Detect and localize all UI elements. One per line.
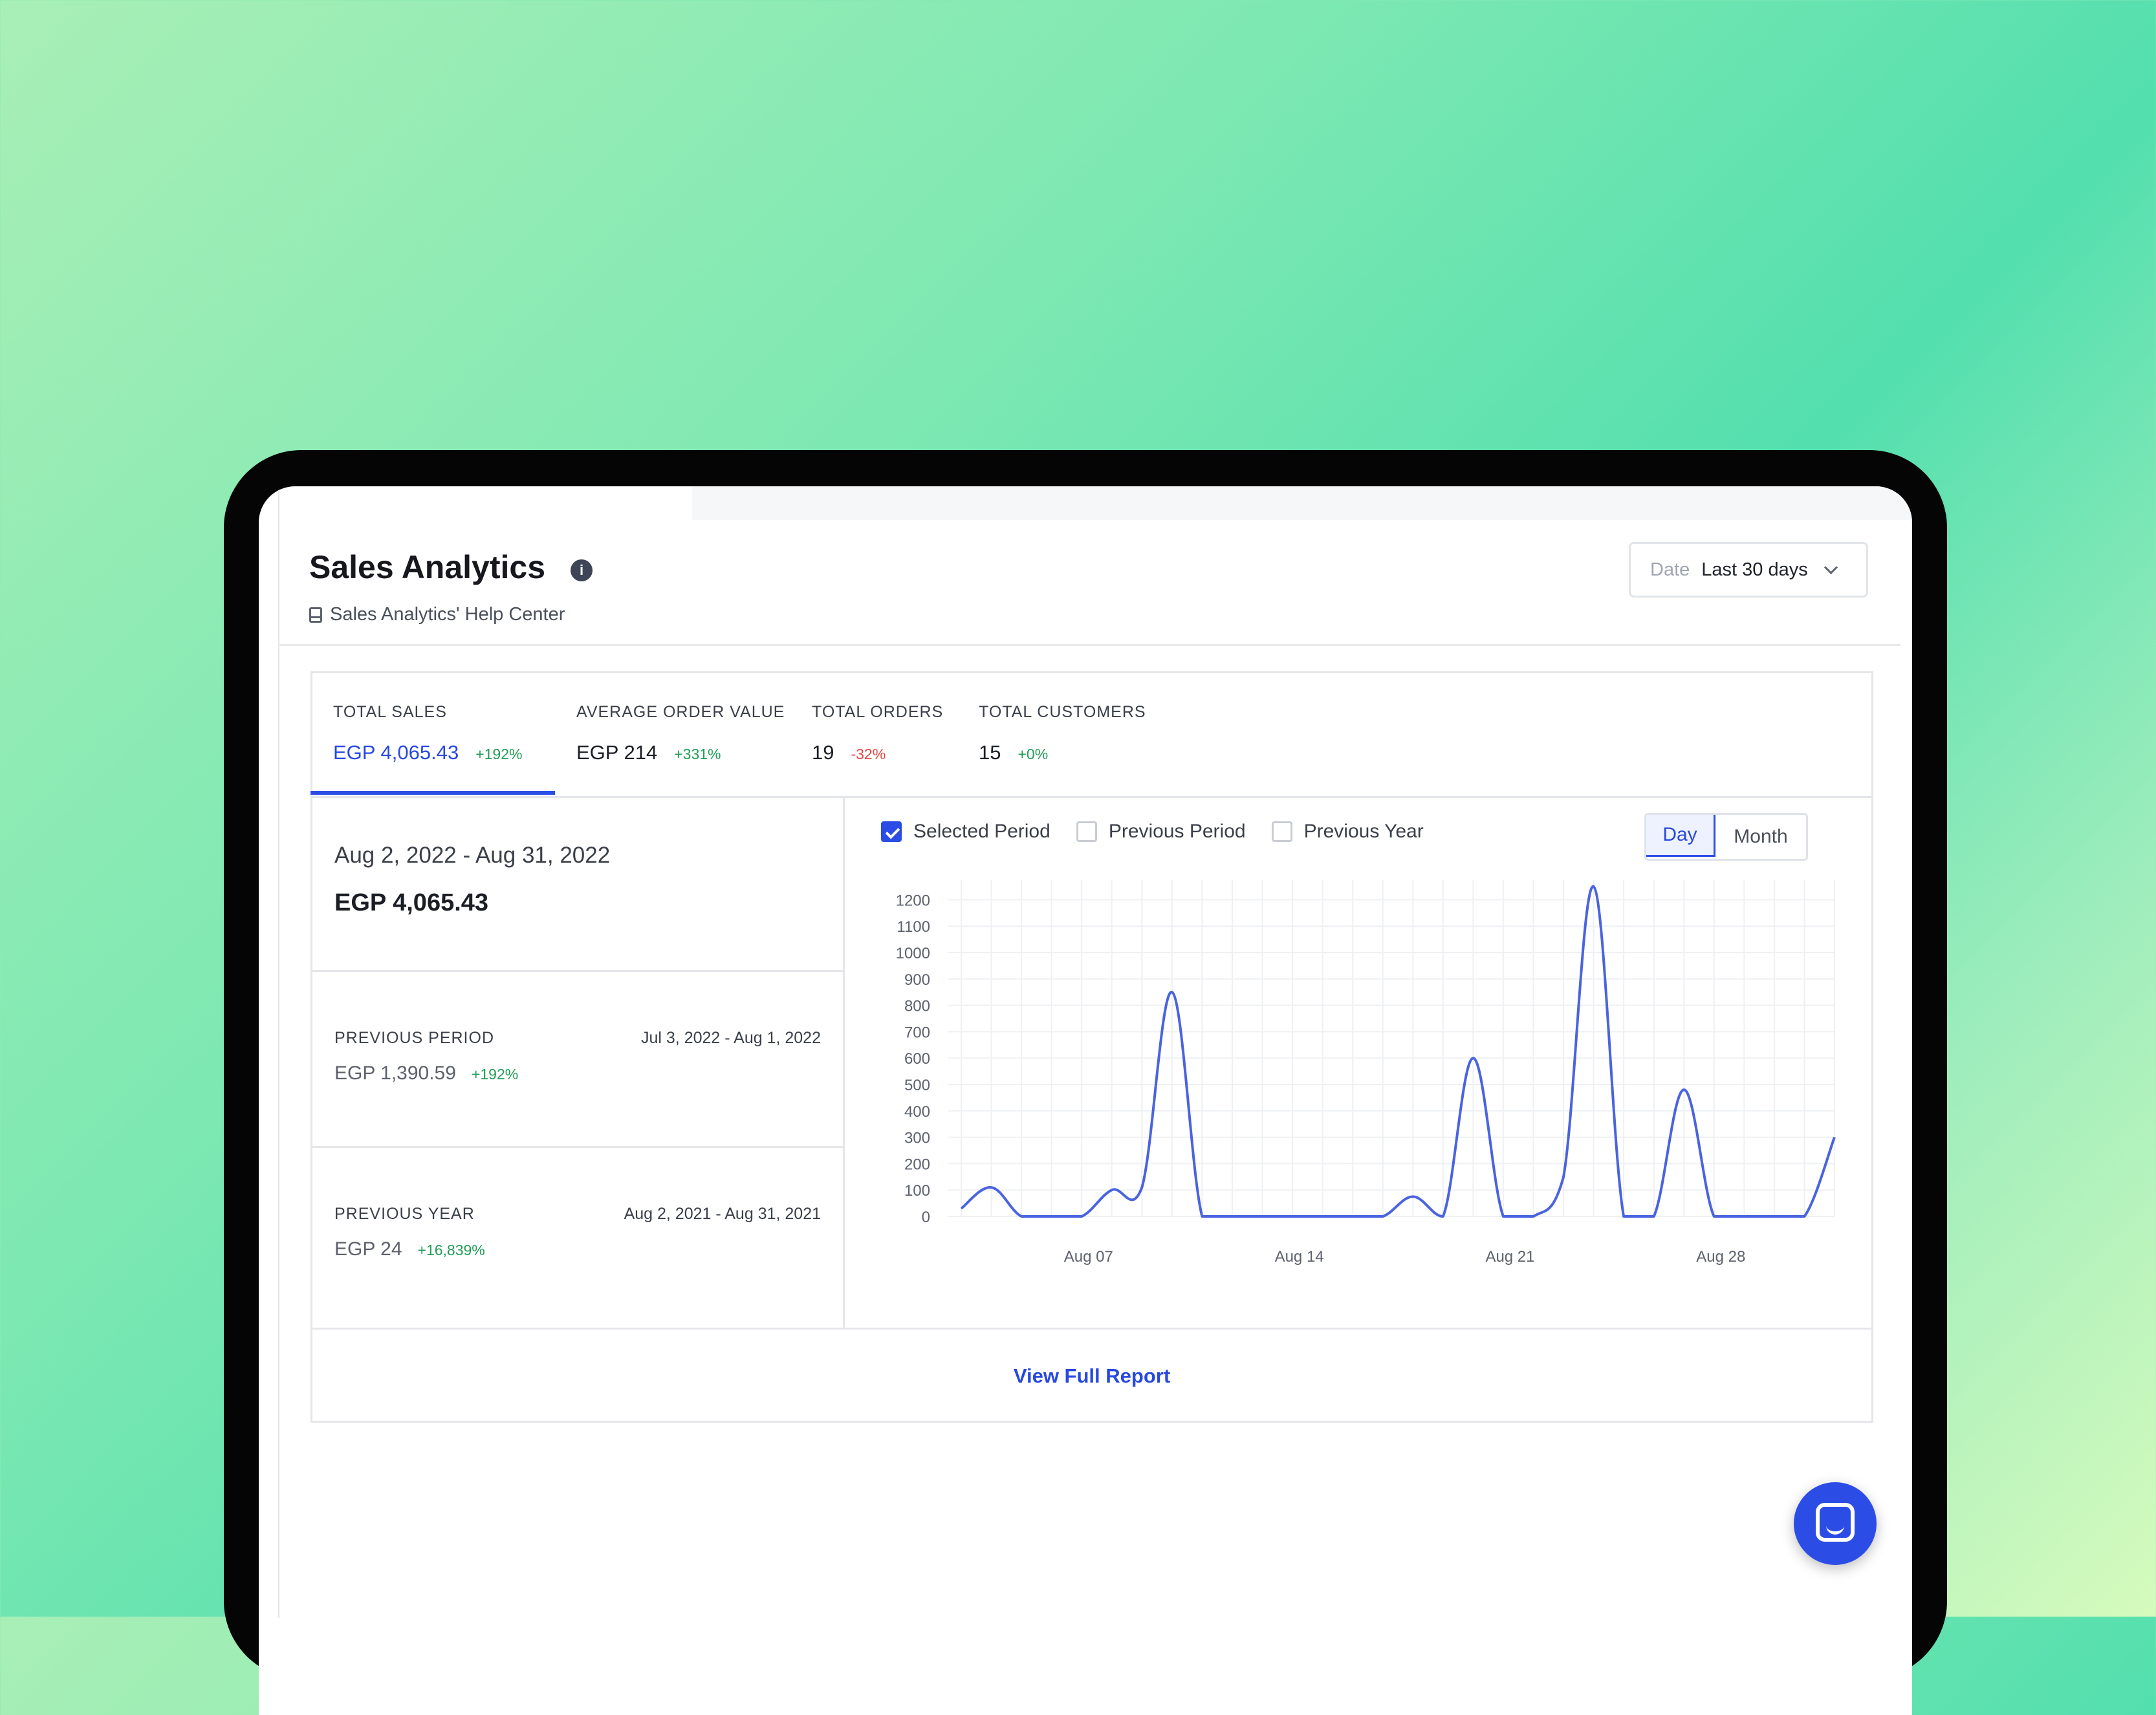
previous-year-change: +16,839% bbox=[418, 1242, 485, 1259]
kpi-label: AVERAGE ORDER VALUE bbox=[576, 703, 785, 722]
y-tick-label: 0 bbox=[922, 1209, 930, 1226]
book-icon bbox=[309, 607, 322, 623]
tablet-frame: Sales Analytics i Sales Analytics' Help … bbox=[224, 450, 1947, 1679]
kpi-change: +331% bbox=[674, 746, 721, 763]
previous-period-label: PREVIOUS PERIOD bbox=[334, 1029, 494, 1048]
legend-selected-period[interactable]: Selected Period bbox=[881, 821, 1051, 843]
kpi-value: EGP 4,065.43 bbox=[333, 741, 459, 764]
previous-period-amount: EGP 1,390.59 bbox=[334, 1062, 456, 1084]
kpi-label: TOTAL ORDERS bbox=[812, 703, 943, 722]
chevron-down-icon bbox=[1824, 560, 1838, 574]
previous-year-range: Aug 2, 2021 - Aug 31, 2021 bbox=[624, 1205, 821, 1224]
sales-line-chart: 0 100 200 300 400 500 600 700 800 900 1000 1100 1200… bbox=[845, 867, 1871, 1320]
y-tick-label: 100 bbox=[904, 1182, 930, 1200]
sidebar-edge bbox=[278, 486, 279, 1618]
previous-year-label: PREVIOUS YEAR bbox=[334, 1205, 475, 1224]
active-tab-indicator bbox=[310, 791, 555, 795]
month-button[interactable]: Month bbox=[1715, 815, 1806, 859]
previous-period: PREVIOUS PERIOD Jul 3, 2022 - Aug 1, 202… bbox=[312, 972, 843, 1148]
y-tick-label: 500 bbox=[904, 1077, 930, 1094]
date-value: Last 30 days bbox=[1701, 559, 1807, 581]
chart-panel: Selected Period Previous Period Previous… bbox=[845, 796, 1871, 1328]
kpi-change: +192% bbox=[475, 746, 522, 763]
y-tick-label: 1100 bbox=[897, 918, 930, 936]
previous-period-checkbox[interactable] bbox=[1076, 821, 1097, 842]
kpi-label: TOTAL SALES bbox=[333, 703, 522, 722]
top-strip bbox=[692, 486, 1912, 520]
y-tick-label: 200 bbox=[904, 1156, 930, 1173]
granularity-toggle: Day Month bbox=[1644, 813, 1808, 861]
help-center-label: Sales Analytics' Help Center bbox=[330, 604, 565, 625]
kpi-total-customers[interactable]: TOTAL CUSTOMERS 15 +0% bbox=[979, 703, 1146, 764]
analytics-card: TOTAL SALES EGP 4,065.43 +192% AVERAGE O… bbox=[310, 671, 1873, 1423]
current-amount: EGP 4,065.43 bbox=[334, 889, 488, 917]
page-title: Sales Analytics bbox=[309, 548, 545, 586]
selected-period-checkbox[interactable] bbox=[881, 821, 902, 842]
date-range-select[interactable]: Date Last 30 days bbox=[1629, 542, 1868, 598]
y-tick-label: 900 bbox=[904, 971, 930, 989]
header-divider bbox=[278, 644, 1900, 646]
current-range: Aug 2, 2022 - Aug 31, 2022 bbox=[334, 843, 610, 868]
y-tick-label: 800 bbox=[904, 998, 930, 1015]
x-tick-label: Aug 07 bbox=[1064, 1248, 1113, 1266]
previous-year-checkbox[interactable] bbox=[1272, 821, 1292, 842]
chat-button[interactable] bbox=[1794, 1482, 1877, 1565]
kpi-value: 19 bbox=[812, 741, 834, 764]
period-summary: Aug 2, 2022 - Aug 31, 2022 EGP 4,065.43 … bbox=[312, 796, 845, 1328]
kpi-total-sales[interactable]: TOTAL SALES EGP 4,065.43 +192% bbox=[333, 703, 522, 764]
kpi-tabs: TOTAL SALES EGP 4,065.43 +192% AVERAGE O… bbox=[312, 673, 1871, 798]
view-full-report-link[interactable]: View Full Report bbox=[1014, 1364, 1170, 1388]
day-button[interactable]: Day bbox=[1644, 813, 1715, 857]
legend-previous-period[interactable]: Previous Period bbox=[1076, 821, 1246, 843]
app-screen: Sales Analytics i Sales Analytics' Help … bbox=[259, 486, 1912, 1715]
kpi-value: EGP 214 bbox=[576, 741, 657, 764]
current-period: Aug 2, 2022 - Aug 31, 2022 EGP 4,065.43 bbox=[312, 796, 843, 972]
legend-label: Previous Period bbox=[1109, 821, 1246, 843]
date-label: Date bbox=[1650, 559, 1690, 581]
legend-label: Selected Period bbox=[913, 821, 1051, 843]
x-tick-label: Aug 28 bbox=[1696, 1248, 1745, 1266]
kpi-total-orders[interactable]: TOTAL ORDERS 19 -32% bbox=[812, 703, 943, 764]
chat-icon bbox=[1816, 1503, 1855, 1542]
legend-label: Previous Year bbox=[1304, 821, 1424, 843]
previous-period-range: Jul 3, 2022 - Aug 1, 2022 bbox=[641, 1029, 821, 1048]
kpi-change: -32% bbox=[851, 746, 886, 763]
y-tick-label: 700 bbox=[904, 1024, 930, 1041]
legend-previous-year[interactable]: Previous Year bbox=[1272, 821, 1424, 843]
kpi-average-order-value[interactable]: AVERAGE ORDER VALUE EGP 214 +331% bbox=[576, 703, 785, 764]
info-icon[interactable]: i bbox=[571, 559, 593, 581]
x-tick-label: Aug 21 bbox=[1485, 1248, 1534, 1266]
kpi-change: +0% bbox=[1018, 746, 1048, 763]
help-center-link[interactable]: Sales Analytics' Help Center bbox=[309, 604, 565, 625]
card-footer: View Full Report bbox=[312, 1328, 1871, 1423]
y-tick-label: 1000 bbox=[896, 945, 930, 962]
kpi-value: 15 bbox=[979, 741, 1001, 764]
y-tick-label: 1200 bbox=[896, 892, 930, 909]
previous-year: PREVIOUS YEAR Aug 2, 2021 - Aug 31, 2021… bbox=[312, 1148, 843, 1328]
y-tick-label: 400 bbox=[904, 1103, 930, 1121]
kpi-label: TOTAL CUSTOMERS bbox=[979, 703, 1146, 722]
chart-legend: Selected Period Previous Period Previous… bbox=[881, 821, 1437, 843]
previous-period-change: +192% bbox=[472, 1066, 518, 1083]
y-tick-label: 300 bbox=[904, 1130, 930, 1147]
x-tick-label: Aug 14 bbox=[1275, 1248, 1324, 1266]
previous-year-amount: EGP 24 bbox=[334, 1238, 402, 1260]
series-line-selected-period bbox=[961, 887, 1835, 1216]
y-tick-label: 600 bbox=[904, 1050, 930, 1068]
